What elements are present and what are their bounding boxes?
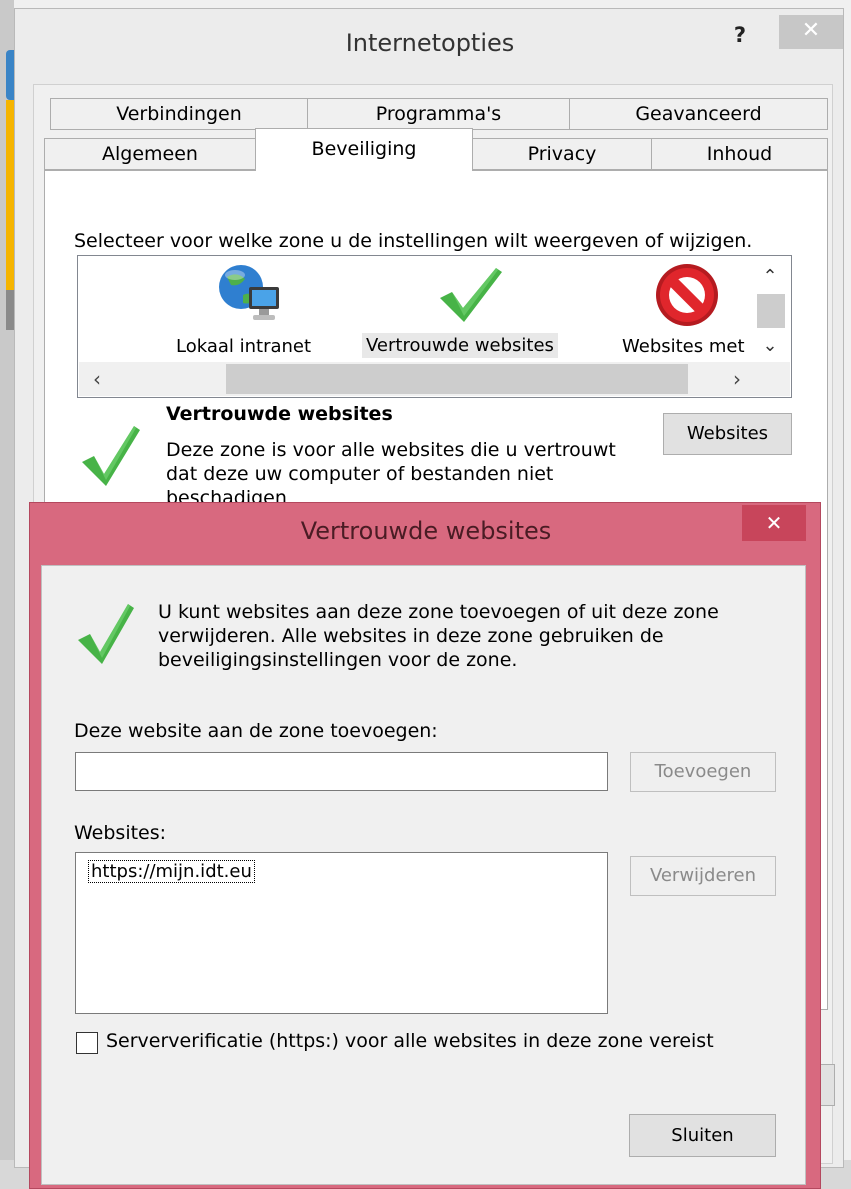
tab-beveiliging[interactable]: Beveiliging: [255, 128, 473, 171]
scroll-down-icon[interactable]: ⌄: [754, 333, 786, 359]
add-website-label: Deze website aan de zone toevoegen:: [74, 720, 438, 742]
zone-label-vertrouwde-websites[interactable]: Vertrouwde websites: [362, 333, 558, 358]
scroll-left-icon[interactable]: ‹: [82, 362, 112, 396]
zone-instruction-text: Selecteer voor welke zone u de instellin…: [74, 230, 753, 252]
checkmark-icon: [436, 262, 506, 326]
tab-geavanceerd[interactable]: Geavanceerd: [569, 98, 828, 130]
websites-list-label: Websites:: [74, 822, 167, 844]
vertical-scrollbar-thumb[interactable]: [757, 294, 785, 328]
scroll-up-icon[interactable]: ⌃: [754, 262, 786, 292]
globe-computer-icon: [213, 261, 285, 327]
dialog-close-button[interactable]: ✕: [742, 505, 806, 541]
horizontal-scrollbar-thumb[interactable]: [226, 364, 688, 394]
websites-button[interactable]: Websites: [663, 413, 792, 455]
zone-label-lokaal-intranet[interactable]: Lokaal intranet: [176, 336, 311, 357]
dialog-info-text: U kunt websites aan deze zone toevoegen …: [158, 601, 719, 671]
hidden-button-edge: [821, 1064, 835, 1106]
selected-zone-title: Vertrouwde websites: [166, 403, 393, 425]
close-button[interactable]: ✕: [779, 15, 843, 49]
checkmark-icon: [80, 420, 144, 490]
tab-privacy[interactable]: Privacy: [472, 138, 652, 170]
help-button[interactable]: ?: [705, 19, 775, 51]
list-item[interactable]: https://mijn.idt.eu: [88, 860, 255, 883]
scroll-right-icon[interactable]: ›: [722, 362, 752, 396]
https-required-checkbox[interactable]: [76, 1032, 98, 1054]
https-required-label[interactable]: Serververificatie (https:) voor alle web…: [106, 1030, 714, 1052]
add-button[interactable]: Toevoegen: [630, 752, 776, 792]
zone-label-websites-met[interactable]: Websites met: [622, 336, 745, 357]
add-website-input[interactable]: [75, 752, 608, 791]
selected-zone-description: Deze zone is voor alle websites die u ve…: [166, 439, 616, 504]
checkmark-icon: [76, 598, 138, 668]
tab-inhoud[interactable]: Inhoud: [651, 138, 828, 170]
tab-programmas[interactable]: Programma's: [307, 98, 570, 130]
remove-button[interactable]: Verwijderen: [630, 856, 776, 896]
close-dialog-button[interactable]: Sluiten: [629, 1114, 776, 1157]
tab-verbindingen[interactable]: Verbindingen: [50, 98, 308, 130]
dialog-title: Vertrouwde websites: [300, 517, 552, 545]
no-entry-icon: [654, 262, 720, 328]
tab-algemeen[interactable]: Algemeen: [44, 138, 256, 170]
